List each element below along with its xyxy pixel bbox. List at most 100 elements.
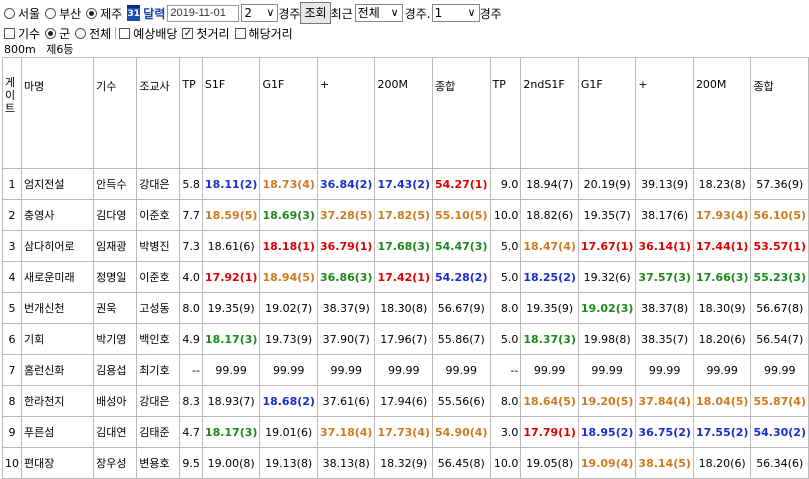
record-cell: 17.93(4) [692, 199, 752, 231]
table-row[interactable]: 8 한라천지 배성아 강대은 8.3 18.93(7) 18.68(2) 37.61(6) 17… [2, 385, 809, 417]
gate-number: 9 [2, 416, 22, 448]
record-cell: 18.69(3) [259, 199, 318, 231]
table-row[interactable]: 10 편대장 장우성 변용호 9.5 19.00(8) 19.13(8) 38.13(8) 18… [2, 447, 809, 479]
record-cell: 18.20(6) [692, 323, 752, 355]
column-header[interactable]: S1F [201, 57, 261, 169]
tp-value: 5.8 [179, 168, 203, 200]
record-cell: 18.18(1) [259, 230, 318, 262]
record-cell: 36.14(1) [635, 230, 694, 262]
group-radio-all[interactable] [75, 27, 87, 39]
region-radio-jeju[interactable] [86, 7, 98, 19]
group-radio-gun[interactable] [45, 27, 57, 39]
gate-number: 4 [2, 261, 22, 293]
expected-odds-checkbox[interactable] [119, 27, 131, 39]
column-header[interactable]: 마명 [20, 57, 95, 169]
record-cell: 18.64(5) [520, 385, 579, 417]
record-cell: 19.02(7) [259, 292, 318, 324]
table-row[interactable]: 2 충영사 김다영 이준호 7.7 18.59(5) 18.69(3) 37.28(5) 17.… [2, 199, 809, 231]
recent-value: 전체 [357, 6, 380, 20]
tp-value-2: -- [489, 354, 522, 386]
table-row[interactable]: 1 엄지전설 안득수 강대은 5.8 18.11(2) 18.73(4) 36.84(2) 17… [2, 168, 809, 200]
race-count-suffix: 경주 [479, 6, 502, 21]
race-distance: 800m [4, 43, 36, 56]
record-cell: 54.27(1) [431, 168, 491, 200]
same-distance-label: 해당거리 [248, 26, 293, 41]
record-cell: 99.99 [520, 354, 579, 386]
record-cell: 18.20(6) [692, 447, 752, 479]
column-header[interactable]: G1F [577, 57, 637, 169]
column-header[interactable]: 기수 [93, 57, 138, 169]
record-cell: 18.30(9) [692, 292, 752, 324]
record-cell: 38.14(5) [635, 447, 694, 479]
column-header[interactable]: TP [179, 57, 203, 169]
record-cell: 36.84(2) [316, 168, 376, 200]
jockey-name: 박기영 [93, 323, 138, 355]
column-header[interactable]: TP [489, 57, 522, 169]
table-row[interactable]: 6 기회 박기영 백인호 4.9 18.17(3) 19.73(9) 37.90(7) 17.9… [2, 323, 809, 355]
record-cell: 19.35(7) [577, 199, 637, 231]
record-cell: 17.94(6) [374, 385, 433, 417]
horse-name: 한라천지 [20, 385, 95, 417]
table-row[interactable]: 4 새로운미래 정명일 이준호 4.0 17.92(1) 18.94(5) 36.86(3) 1… [2, 261, 809, 293]
horse-name: 번개신천 [20, 292, 95, 324]
record-cell: 17.55(2) [692, 416, 752, 448]
column-header[interactable]: 게이트 [2, 57, 22, 169]
table-header-row: 게이트 마명 기수 조교사 TP S1F G1F +200M 종합 TP 2ndS1F G1F +200… [2, 57, 809, 169]
calendar-link[interactable]: 달력 [143, 5, 165, 22]
column-header[interactable]: 종합 [431, 57, 491, 169]
date-input[interactable] [167, 4, 240, 22]
same-distance-checkbox[interactable] [234, 27, 246, 39]
table-row[interactable]: 5 번개신천 권욱 고성동 8.0 19.35(9) 19.02(7) 38.37(9) 18.… [2, 292, 809, 324]
expected-odds-label: 예상배당 [133, 26, 178, 41]
record-cell: 17.44(1) [692, 230, 752, 262]
record-cell: 99.99 [316, 354, 376, 386]
record-cell: 53.57(1) [750, 230, 809, 262]
record-cell: 37.57(3) [635, 261, 694, 293]
record-cell: 18.73(4) [259, 168, 318, 200]
record-cell: 18.47(4) [520, 230, 579, 262]
first-distance-checkbox[interactable]: ✓ [182, 27, 194, 39]
column-header[interactable]: + [635, 57, 694, 169]
record-cell: 17.42(1) [374, 261, 433, 293]
table-row[interactable]: 7 홈런신화 김용섭 최기호 -- 99.99 99.99 99.99 99.99 99.99 --… [2, 354, 809, 386]
column-header[interactable]: + [316, 57, 376, 169]
column-header[interactable]: 200M [692, 57, 752, 169]
race-count-select[interactable]: 1 ∨ [431, 4, 480, 22]
tp-value: 4.9 [179, 323, 203, 355]
column-header[interactable]: 2ndS1F [520, 57, 579, 169]
gate-number: 10 [2, 447, 22, 479]
region-radio-busan[interactable] [45, 7, 57, 19]
search-button[interactable]: 조회 [300, 2, 331, 24]
record-cell: 18.11(2) [201, 168, 261, 200]
horse-name: 삼다히어로 [20, 230, 95, 262]
tp-value-2: 8.0 [489, 292, 522, 324]
record-cell: 19.09(4) [577, 447, 637, 479]
record-cell: 55.87(4) [750, 385, 809, 417]
record-cell: 56.54(7) [750, 323, 809, 355]
column-header[interactable]: 200M [374, 57, 433, 169]
gate-number: 2 [2, 199, 22, 231]
race-suffix-label: 경주 [278, 6, 301, 21]
recent-select[interactable]: 전체 ∨ [354, 4, 403, 22]
column-header[interactable]: G1F [259, 57, 318, 169]
horse-name: 엄지전설 [20, 168, 95, 200]
column-header[interactable]: 조교사 [136, 57, 181, 169]
tp-value: 7.3 [179, 230, 203, 262]
column-header[interactable]: 종합 [750, 57, 809, 169]
calendar-icon[interactable]: 31 [127, 5, 141, 21]
chevron-down-icon: ∨ [467, 6, 476, 19]
record-cell: 19.98(8) [577, 323, 637, 355]
tp-value: -- [179, 354, 203, 386]
group-label-jockey: 기수 [18, 26, 41, 41]
record-cell: 17.67(1) [577, 230, 637, 262]
race-info: 800m 제6등 [4, 41, 73, 56]
race-number-select[interactable]: 2 ∨ [241, 4, 279, 22]
record-cell: 99.99 [374, 354, 433, 386]
tp-value-2: 10.0 [489, 199, 522, 231]
table-row[interactable]: 3 삼다히어로 임재광 박병진 7.3 18.61(6) 18.18(1) 36.79(1) 1… [2, 230, 809, 262]
region-label-seoul: 서울 [18, 6, 41, 21]
tp-value-2: 5.0 [489, 323, 522, 355]
table-row[interactable]: 9 푸른섬 김대연 김태준 4.7 18.17(3) 19.01(6) 37.18(4) 17.… [2, 416, 809, 448]
region-radio-seoul[interactable] [4, 7, 15, 19]
jockey-checkbox[interactable] [4, 27, 15, 39]
